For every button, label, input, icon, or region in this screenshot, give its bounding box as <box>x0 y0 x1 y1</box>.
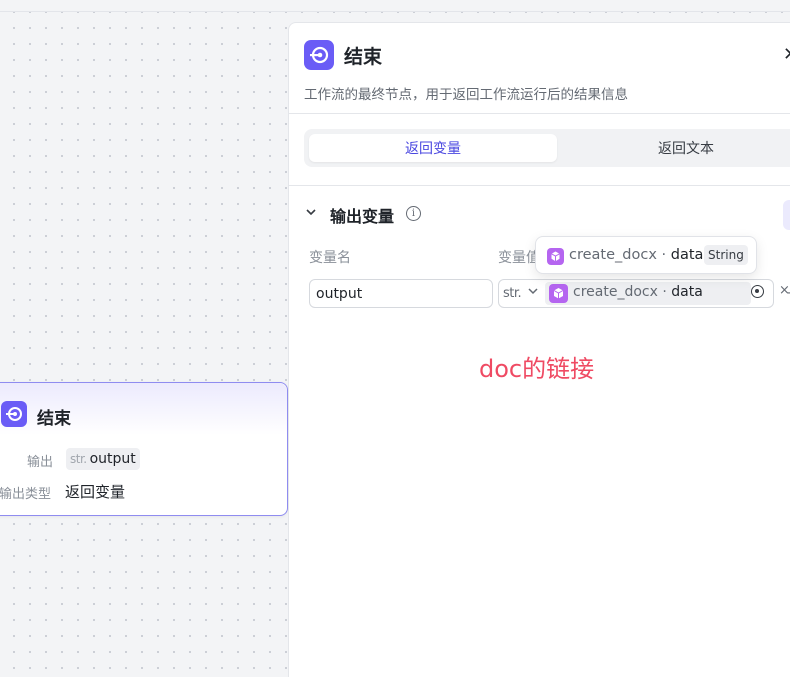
column-header-name: 变量名 <box>309 250 351 266</box>
end-icon <box>304 40 334 70</box>
header-divider <box>289 113 790 114</box>
node-output-type-value: 返回变量 <box>65 483 126 501</box>
tooltip-type-badge: String <box>704 245 748 265</box>
node-output-chip: str. output <box>66 448 140 470</box>
variable-value-field[interactable]: str. create_docx · data × <box>498 279 790 308</box>
canvas-top-bar <box>0 0 790 12</box>
value-type-select[interactable]: str. <box>503 286 522 301</box>
reference-separator: · <box>662 284 667 300</box>
add-variable-button[interactable] <box>783 200 790 230</box>
node-output-type-label: 输出类型 <box>0 487 52 502</box>
node-output-label: 输出 <box>27 455 54 470</box>
reference-path: create_docx · data <box>573 284 703 300</box>
plugin-cube-icon <box>549 284 568 303</box>
tooltip-separator: · <box>661 247 667 263</box>
annotation-text: doc的链接 <box>479 355 595 383</box>
node-output-name: output <box>89 451 136 467</box>
close-icon[interactable]: ✕ <box>783 44 790 65</box>
chevron-down-icon[interactable] <box>527 285 539 297</box>
end-node-icon <box>1 401 27 427</box>
return-mode-tabs: 返回变量 返回文本 <box>304 129 790 167</box>
tab-return-text[interactable]: 返回文本 <box>562 134 790 162</box>
tooltip-source: create_docx <box>569 247 657 263</box>
variable-name-input[interactable] <box>309 279 493 308</box>
tooltip-path: create_docx · data <box>569 247 703 263</box>
end-node-title: 结束 <box>37 409 71 429</box>
chevron-down-icon[interactable] <box>305 206 317 218</box>
end-node-card[interactable]: 结束 输出 str. output 输出类型 返回变量 <box>0 382 288 516</box>
tooltip-field: data <box>670 247 704 263</box>
panel-title: 结束 <box>344 46 383 68</box>
column-header-value: 变量值 <box>498 250 538 266</box>
reference-field: data <box>671 284 703 300</box>
tab-return-variable[interactable]: 返回变量 <box>309 134 557 162</box>
reference-tooltip: create_docx · data String <box>535 236 757 274</box>
end-node-config-panel: 结束 ✕ 工作流的最终节点，用于返回工作流运行后的结果信息 返回变量 返回文本 … <box>288 22 790 677</box>
panel-description: 工作流的最终节点，用于返回工作流运行后的结果信息 <box>304 87 628 103</box>
reference-source: create_docx <box>573 284 658 300</box>
plugin-cube-icon <box>547 248 564 265</box>
output-variables-title[interactable]: 输出变量 <box>330 203 394 227</box>
info-icon[interactable]: i <box>406 206 421 221</box>
variable-reference-pill[interactable]: create_docx · data × <box>545 282 790 305</box>
node-output-type: str. <box>70 452 87 466</box>
tabs-divider <box>289 185 790 186</box>
variable-picker-icon[interactable] <box>751 285 764 298</box>
